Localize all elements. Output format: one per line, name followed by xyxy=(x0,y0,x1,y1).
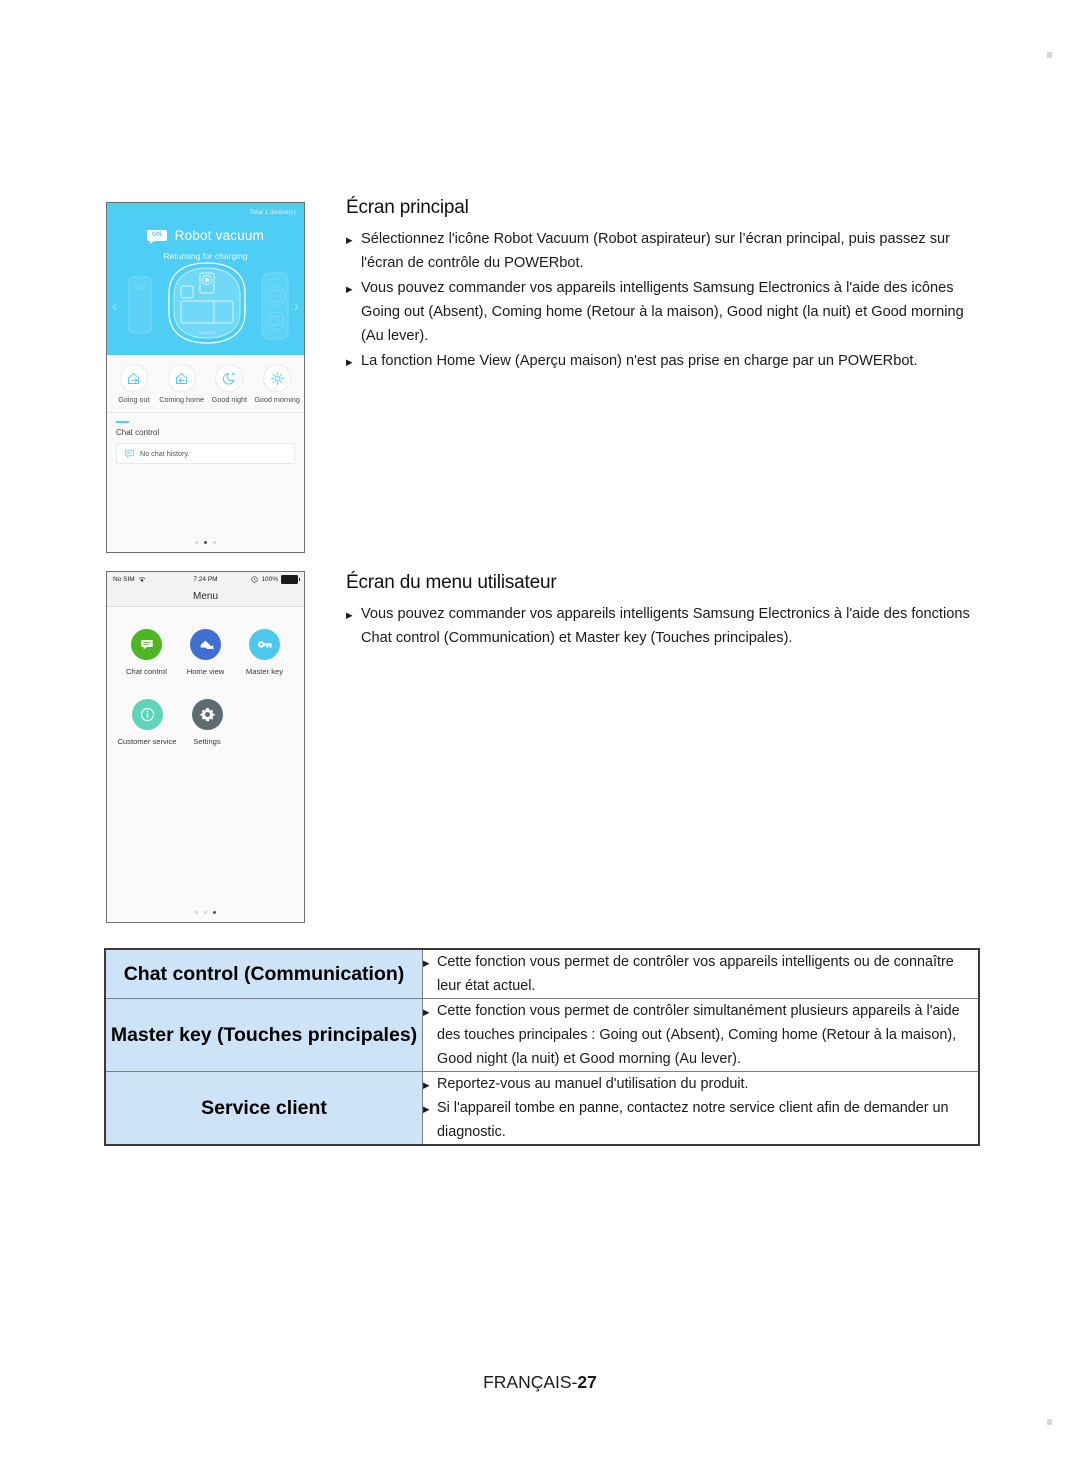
scene-shortcut-row: Going out Coming home Good night Good mo… xyxy=(107,355,304,413)
scene-label: Good morning xyxy=(254,395,300,404)
page-edge-mark-bottom xyxy=(1047,1419,1052,1425)
speech-bubble-icon xyxy=(131,629,162,660)
info-circle-icon xyxy=(131,699,163,730)
page-dot-active[interactable] xyxy=(204,541,207,544)
device-title-row: ON Robot vacuum xyxy=(107,228,304,244)
table-row: Master key (Touches principales) Cette f… xyxy=(104,998,980,1072)
feature-description-cell: Cette fonction vous permet de contrôler … xyxy=(422,998,980,1072)
feature-label-cell: Chat control (Communication) xyxy=(104,948,423,999)
scene-good-morning[interactable]: Good morning xyxy=(253,365,301,404)
page-dot[interactable] xyxy=(195,911,198,914)
feature-description-cell: Cette fonction vous permet de contrôler … xyxy=(422,948,980,999)
moon-stars-icon xyxy=(216,365,243,391)
total-devices-label: Total 1 device(s) xyxy=(249,209,296,216)
menu-item-chat-control[interactable]: Chat control xyxy=(117,629,176,677)
bullet-item: Vous pouvez commander vos appareils inte… xyxy=(346,276,976,348)
bullet-list: Vous pouvez commander vos appareils inte… xyxy=(346,602,976,650)
scene-label: Good night xyxy=(211,395,247,404)
svg-text:SAMSUNG: SAMSUNG xyxy=(198,331,216,335)
scene-label: Going out xyxy=(118,395,150,404)
menu-item-label: Master key xyxy=(245,667,284,676)
phone-mockup-menu-screen: No SIM 7:24 PM 100% Menu Chat control Ho… xyxy=(106,571,305,923)
bullet-item: La fonction Home View (Aperçu maison) n'… xyxy=(346,349,976,374)
alarm-icon xyxy=(251,576,258,583)
scene-good-night[interactable]: Good night xyxy=(206,365,254,404)
chat-control-section: Chat control No chat history. xyxy=(107,413,304,464)
house-arrow-in-icon xyxy=(168,365,195,391)
page-dot[interactable] xyxy=(213,541,216,544)
device-hero-panel: Total 1 device(s) ON Robot vacuum Return… xyxy=(107,203,304,355)
menu-item-customer-service[interactable]: Customer service xyxy=(117,699,177,747)
chat-history-card[interactable]: No chat history. xyxy=(116,443,295,464)
feature-description-cell: Reportez-vous au manuel d'utilisation du… xyxy=(422,1071,980,1146)
key-icon xyxy=(249,629,280,660)
menu-item-master-key[interactable]: Master key xyxy=(235,629,294,677)
section-accent-bar xyxy=(116,421,129,423)
house-arrow-out-icon xyxy=(120,365,147,391)
menu-item-label: Customer service xyxy=(117,737,177,746)
scene-coming-home[interactable]: Coming home xyxy=(158,365,206,404)
menu-item-label: Settings xyxy=(193,737,221,746)
battery-icon xyxy=(281,575,300,584)
robot-vacuum-illustration: SAMSUNG xyxy=(128,262,289,344)
bullet-list: Sélectionnez l'icône Robot Vacuum (Robot… xyxy=(346,227,976,374)
bullet-item: Reportez-vous au manuel d'utilisation du… xyxy=(423,1072,978,1097)
description-bullet-list: Cette fonction vous permet de contrôler … xyxy=(423,950,978,998)
page-title: Écran principal xyxy=(346,197,469,218)
footer-language-label: FRANÇAIS- xyxy=(483,1372,578,1392)
feature-label-cell: Master key (Touches principales) xyxy=(104,998,423,1072)
chat-empty-label: No chat history. xyxy=(140,449,190,458)
bullet-item: Si l'appareil tombe en panne, contactez … xyxy=(423,1096,978,1144)
speech-bubble-icon xyxy=(124,449,135,459)
page-dot-active[interactable] xyxy=(213,911,216,914)
home-camera-icon xyxy=(190,629,221,660)
bullet-item: Cette fonction vous permet de contrôler … xyxy=(423,950,978,998)
chat-control-heading: Chat control xyxy=(116,428,160,437)
phone-mockup-main-screen: Total 1 device(s) ON Robot vacuum Return… xyxy=(106,202,305,553)
menu-item-label: Chat control xyxy=(126,667,167,676)
description-bullet-list: Cette fonction vous permet de contrôler … xyxy=(423,999,978,1071)
feature-label-cell: Service client xyxy=(104,1071,423,1146)
menu-item-home-view[interactable]: Home view xyxy=(176,629,235,677)
bullet-item: Sélectionnez l'icône Robot Vacuum (Robot… xyxy=(346,227,976,275)
menu-title: Menu xyxy=(192,591,218,602)
section-title: Écran du menu utilisateur xyxy=(346,572,557,593)
page-dot[interactable] xyxy=(204,911,207,914)
section-user-menu: Écran du menu utilisateur Vous pouvez co… xyxy=(346,572,976,651)
device-name-label: Robot vacuum xyxy=(174,228,265,243)
menu-item-label: Home view xyxy=(186,667,225,676)
section-main-screen: Écran principal Sélectionnez l'icône Rob… xyxy=(346,197,976,374)
menu-icon-grid: Chat control Home view Master key Custom… xyxy=(107,607,304,747)
scene-label: Coming home xyxy=(159,395,204,404)
page-indicator-dots[interactable] xyxy=(107,541,304,544)
menu-item-settings[interactable]: Settings xyxy=(177,699,237,747)
bullet-item: Vous pouvez commander vos appareils inte… xyxy=(346,602,976,650)
power-state-badge[interactable]: ON xyxy=(146,230,167,244)
page-footer: FRANÇAIS-27 xyxy=(0,1372,1080,1393)
menu-row-2: Customer service Settings xyxy=(117,699,294,747)
scene-going-out[interactable]: Going out xyxy=(110,365,158,404)
status-right: 100% xyxy=(251,575,300,584)
gear-icon xyxy=(191,699,223,730)
menu-row-1: Chat control Home view Master key xyxy=(117,629,294,677)
table-row: Chat control (Communication) Cette fonct… xyxy=(104,948,980,999)
page-indicator-dots[interactable] xyxy=(107,911,304,914)
feature-table: Chat control (Communication) Cette fonct… xyxy=(104,948,980,1146)
footer-page-number: 27 xyxy=(577,1372,597,1392)
battery-percent-label: 100% xyxy=(261,576,278,583)
table-row: Service client Reportez-vous au manuel d… xyxy=(104,1071,980,1146)
bullet-item: Cette fonction vous permet de contrôler … xyxy=(423,999,978,1071)
description-bullet-list: Reportez-vous au manuel d'utilisation du… xyxy=(423,1072,978,1144)
status-bar: No SIM 7:24 PM 100% xyxy=(107,572,304,587)
page-dot[interactable] xyxy=(195,541,198,544)
page-edge-mark-top xyxy=(1047,52,1052,58)
menu-title-bar: Menu xyxy=(107,587,304,607)
sun-icon xyxy=(264,365,291,391)
